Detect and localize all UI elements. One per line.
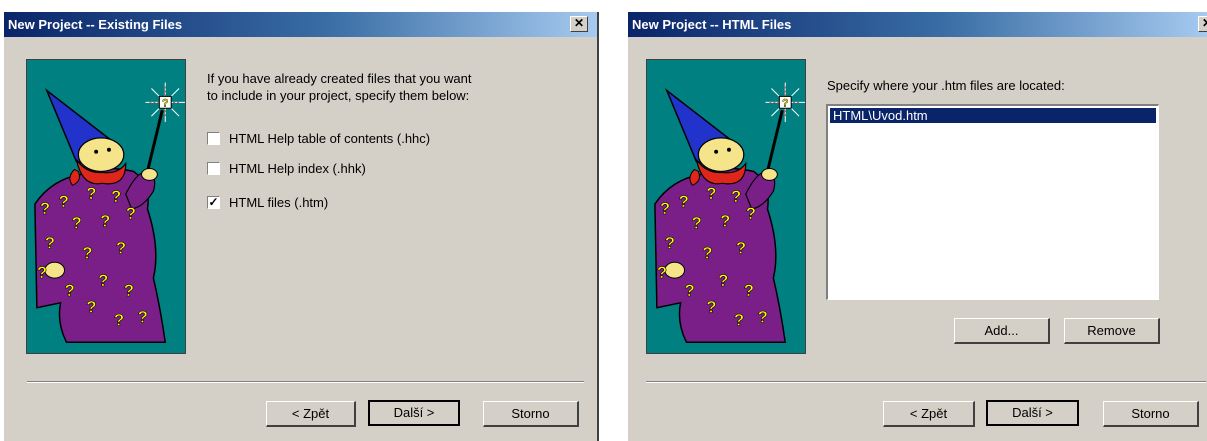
add-button[interactable]: Add...	[954, 318, 1050, 344]
svg-text:?: ?	[37, 263, 47, 282]
instructions-text: Specify where your .htm files are locate…	[827, 78, 1065, 93]
back-button[interactable]: < Zpět	[883, 401, 975, 427]
svg-text:?: ?	[736, 238, 746, 257]
svg-text:?: ?	[114, 310, 124, 329]
svg-text:?: ?	[691, 214, 701, 233]
svg-text:?: ?	[731, 187, 741, 206]
svg-text:?: ?	[59, 192, 69, 211]
close-icon: ✕	[1202, 16, 1207, 30]
svg-text:?: ?	[162, 97, 169, 109]
checkbox-label: HTML Help table of contents (.hhc)	[229, 131, 431, 146]
instructions-line-2: to include in your project, specify them…	[207, 88, 470, 103]
list-item-selected[interactable]: HTML\Uvod.htm	[830, 108, 1156, 123]
svg-text:?: ?	[720, 212, 730, 231]
wizard-illustration: ? ??? ??? ??? ??? ??? ??	[26, 59, 186, 354]
dialog-title: New Project -- HTML Files	[632, 17, 792, 32]
svg-text:?: ?	[98, 271, 108, 290]
svg-text:?: ?	[685, 281, 695, 300]
svg-text:?: ?	[734, 310, 744, 329]
svg-text:?: ?	[138, 308, 148, 327]
svg-text:?: ?	[665, 233, 675, 252]
wizard-icon: ? ??? ??? ??? ??? ??? ??	[654, 82, 805, 344]
svg-text:?: ?	[126, 204, 136, 223]
svg-text:?: ?	[758, 308, 768, 327]
dialog-existing-files: New Project -- Existing Files ✕ ? ? ? ? …	[4, 12, 599, 441]
svg-text:?: ?	[82, 243, 92, 262]
svg-text:?: ?	[86, 298, 96, 317]
svg-text:?: ?	[706, 298, 716, 317]
svg-text:?: ?	[657, 263, 667, 282]
dialog-title: New Project -- Existing Files	[8, 17, 183, 32]
svg-text:?: ?	[718, 271, 728, 290]
svg-text:?: ?	[65, 281, 75, 300]
next-button[interactable]: Další >	[368, 400, 460, 426]
svg-text:?: ?	[744, 281, 754, 300]
back-button[interactable]: < Zpět	[266, 401, 356, 427]
checkbox-box-checked[interactable]: ✓	[207, 196, 220, 209]
svg-text:?: ?	[86, 184, 96, 203]
cancel-button[interactable]: Storno	[483, 401, 579, 427]
next-button[interactable]: Další >	[986, 400, 1079, 426]
separator	[27, 381, 584, 383]
svg-text:?: ?	[45, 233, 55, 252]
svg-text:?: ?	[116, 238, 126, 257]
checkbox-label: HTML Help index (.hhk)	[229, 161, 366, 176]
svg-text:?: ?	[679, 192, 689, 211]
remove-button[interactable]: Remove	[1064, 318, 1160, 344]
svg-text:?: ?	[71, 214, 81, 233]
svg-text:?: ?	[706, 184, 716, 203]
title-bar[interactable]: New Project -- Existing Files ✕	[4, 12, 597, 37]
svg-text:?: ?	[100, 212, 110, 231]
svg-text:?: ?	[702, 243, 712, 262]
dialog-html-files: New Project -- HTML Files ✕ ?	[628, 12, 1207, 441]
checkmark-icon: ✓	[208, 195, 219, 209]
svg-text:?: ?	[782, 97, 789, 109]
checkbox-label: HTML files (.htm)	[229, 195, 329, 210]
svg-text:?: ?	[746, 204, 756, 223]
svg-text:?: ?	[660, 199, 670, 218]
file-listbox[interactable]: HTML\Uvod.htm	[826, 104, 1159, 300]
instructions-line-1: If you have already created files that y…	[207, 71, 472, 86]
checkbox-box[interactable]	[207, 132, 220, 145]
svg-text:?: ?	[40, 199, 50, 218]
separator	[646, 381, 1206, 383]
checkbox-box[interactable]	[207, 162, 220, 175]
wizard-icon: ? ??? ??? ??? ??? ??? ??	[34, 82, 185, 344]
wizard-illustration: ? ??? ??? ??? ??? ??? ??	[646, 59, 806, 354]
svg-text:?: ?	[124, 281, 134, 300]
cancel-button[interactable]: Storno	[1103, 401, 1199, 427]
instructions-text: If you have already created files that y…	[207, 70, 537, 104]
close-button[interactable]: ✕	[1198, 16, 1207, 32]
close-icon: ✕	[573, 16, 585, 30]
title-bar[interactable]: New Project -- HTML Files ✕	[628, 12, 1207, 37]
close-button[interactable]: ✕	[570, 16, 588, 32]
svg-text:?: ?	[111, 187, 121, 206]
